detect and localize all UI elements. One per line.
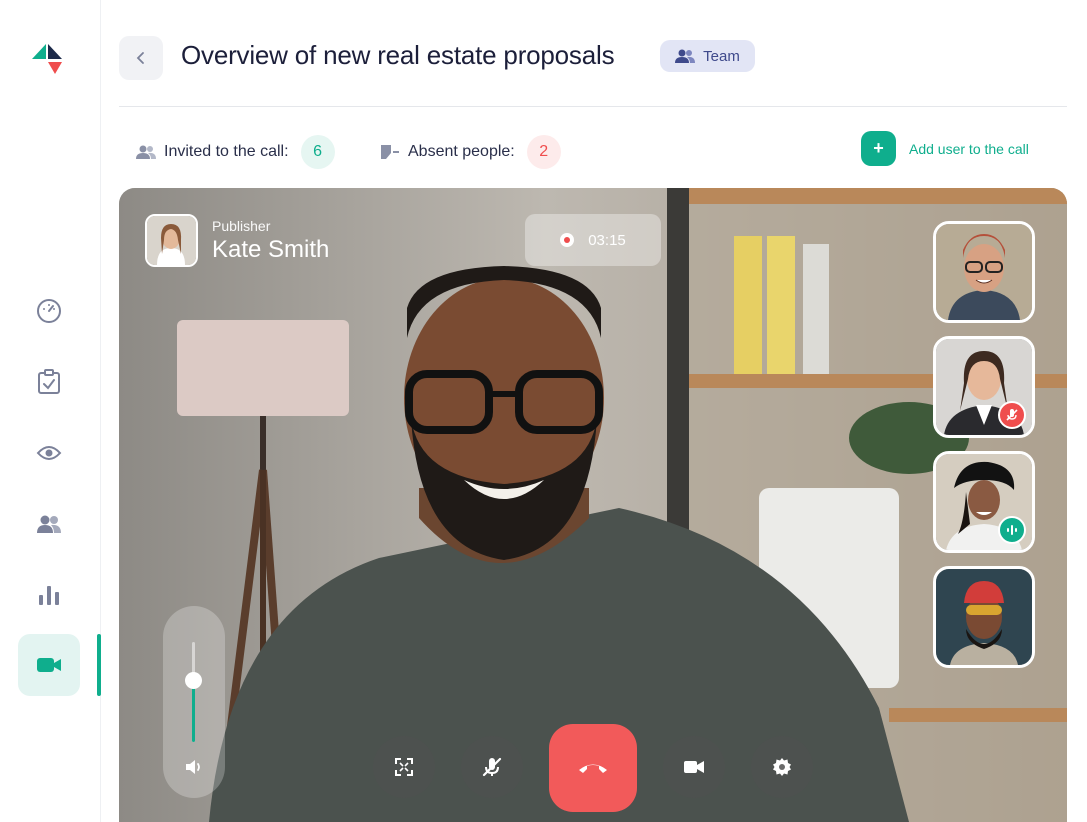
tasks-icon (38, 369, 60, 394)
team-badge-label: Team (703, 47, 740, 65)
invited-label: Invited to the call: (164, 143, 289, 160)
video-icon (37, 658, 61, 672)
back-button[interactable] (119, 36, 163, 80)
publisher-info: Publisher Kate Smith (145, 214, 329, 267)
speaker-icon (186, 760, 200, 774)
view-icon (36, 446, 62, 460)
record-icon (560, 233, 575, 247)
nav-analytics[interactable] (18, 564, 80, 626)
nav-dashboard[interactable] (18, 280, 80, 342)
header-divider (119, 106, 1067, 107)
publisher-role: Publisher (212, 217, 271, 234)
app-logo (32, 42, 64, 76)
hang-up-icon (579, 764, 607, 773)
nav-view[interactable] (18, 422, 80, 484)
participant-photo (936, 569, 1032, 665)
gear-icon (773, 758, 791, 776)
volume-slider-handle[interactable] (185, 672, 202, 689)
sidebar (0, 0, 101, 822)
volume-control[interactable] (163, 606, 225, 798)
participant-thumbnails (933, 221, 1035, 681)
speaking-badge (998, 516, 1026, 544)
user-leave-icon (381, 145, 399, 159)
absent-count: 2 (526, 135, 561, 169)
nav-users[interactable] (18, 493, 80, 555)
muted-badge (998, 401, 1026, 429)
absent-label: Absent people: (408, 143, 515, 160)
main-video[interactable]: Publisher Kate Smith 03:15 (119, 188, 1067, 822)
add-user-button[interactable]: + Add user to the call (861, 131, 1029, 166)
timer-value: 03:15 (588, 231, 626, 249)
fullscreen-icon (395, 758, 413, 776)
absent-stat: Absent people: 2 (380, 134, 561, 170)
recording-timer: 03:15 (525, 214, 661, 266)
add-user-label: Add user to the call (909, 140, 1029, 157)
plus-icon: + (861, 131, 896, 166)
users-icon (37, 515, 61, 533)
invited-count: 6 (300, 135, 335, 169)
analytics-icon (39, 586, 59, 605)
mic-off-icon (482, 757, 502, 777)
participant-photo (936, 224, 1032, 320)
participant-thumb[interactable] (933, 336, 1035, 438)
camera-icon (684, 761, 704, 773)
fullscreen-button[interactable] (373, 736, 435, 798)
volume-level-fill (192, 680, 195, 742)
publisher-avatar (145, 214, 198, 267)
mic-off-icon (1006, 409, 1018, 421)
invited-stat: Invited to the call: 6 (136, 134, 335, 170)
sound-wave-icon (1007, 525, 1017, 535)
end-call-button[interactable] (549, 724, 637, 812)
nav-video[interactable] (18, 634, 80, 696)
volume-track[interactable] (192, 642, 195, 742)
participant-thumb[interactable] (933, 451, 1035, 553)
participant-thumb[interactable] (933, 221, 1035, 323)
users-icon (136, 145, 156, 159)
team-badge[interactable]: Team (660, 40, 755, 72)
toggle-camera-button[interactable] (663, 736, 725, 798)
active-nav-indicator (97, 634, 101, 696)
nav-tasks[interactable] (18, 351, 80, 413)
dashboard-icon (37, 299, 61, 323)
participant-thumb[interactable] (933, 566, 1035, 668)
settings-button[interactable] (751, 736, 813, 798)
page-title: Overview of new real estate proposals (181, 40, 615, 70)
publisher-name: Kate Smith (212, 235, 330, 263)
team-icon (675, 49, 696, 63)
mute-microphone-button[interactable] (461, 736, 523, 798)
chevron-left-icon (136, 52, 144, 64)
